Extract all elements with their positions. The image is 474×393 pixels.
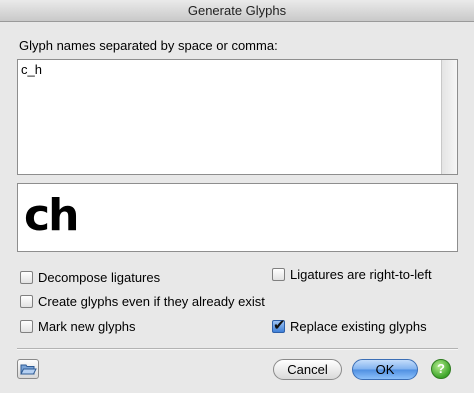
glyph-preview: ch [17, 183, 458, 252]
cancel-button[interactable]: Cancel [273, 359, 342, 380]
ligatures-rtl-label: Ligatures are right-to-left [290, 266, 432, 282]
glyph-names-prompt: Glyph names separated by space or comma: [19, 38, 278, 53]
replace-existing-checkbox[interactable]: ✔ [272, 316, 286, 334]
ligatures-rtl-checkbox[interactable] [272, 267, 285, 281]
decompose-ligatures-checkbox[interactable] [20, 270, 33, 284]
create-glyphs-option[interactable]: Create glyphs even if they already exist [20, 292, 265, 310]
replace-existing-option[interactable]: ✔ Replace existing glyphs [272, 316, 427, 335]
separator [17, 348, 458, 350]
create-glyphs-label: Create glyphs even if they already exist [38, 293, 265, 309]
checkmark-icon: ✔ [273, 315, 286, 334]
help-button[interactable]: ? [431, 359, 451, 379]
decompose-ligatures-option[interactable]: Decompose ligatures [20, 268, 160, 286]
glyph-names-value[interactable]: c_h [21, 62, 42, 77]
generate-glyphs-dialog: Generate Glyphs Glyph names separated by… [0, 0, 474, 393]
glyph-preview-text: ch [24, 190, 79, 241]
create-glyphs-checkbox[interactable] [20, 294, 33, 308]
mark-new-glyphs-option[interactable]: Mark new glyphs [20, 317, 136, 335]
glyph-names-scrollbar[interactable] [441, 60, 457, 174]
ok-button[interactable]: OK [352, 359, 418, 380]
replace-existing-label: Replace existing glyphs [290, 318, 427, 334]
open-folder-button[interactable] [17, 359, 39, 379]
open-folder-icon [20, 364, 37, 375]
decompose-ligatures-label: Decompose ligatures [38, 269, 161, 285]
mark-new-glyphs-checkbox[interactable] [20, 319, 33, 333]
window-title: Generate Glyphs [0, 0, 474, 22]
mark-new-glyphs-label: Mark new glyphs [38, 318, 136, 334]
glyph-names-textarea[interactable]: c_h [17, 59, 458, 175]
help-icon: ? [437, 361, 445, 376]
ligatures-rtl-option[interactable]: Ligatures are right-to-left [272, 265, 432, 283]
